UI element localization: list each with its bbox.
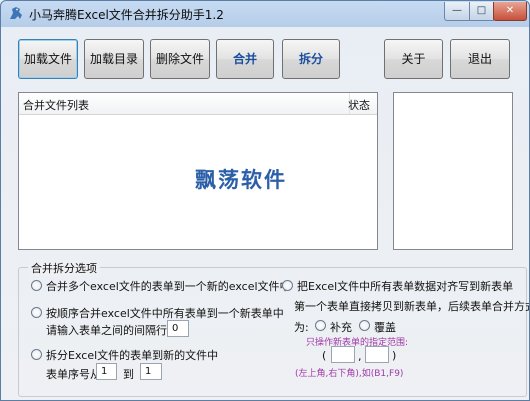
app-window: 小马奔腾Excel文件合并拆分助手1.2 — □ ✕ 加载文件 加载目录 删除文…: [0, 0, 530, 401]
merge-mode-label: 为:: [294, 321, 309, 334]
sheet-seq-to-input[interactable]: 1: [140, 363, 162, 380]
delete-files-button[interactable]: 删除文件: [150, 39, 210, 79]
range-start-input[interactable]: [331, 346, 355, 363]
sheet-seq-from-label: 表单序号从: [46, 368, 101, 381]
radio-align-sheets-label[interactable]: 把Excel文件中所有表单数据对齐写到新表单: [297, 278, 513, 294]
range-end-input[interactable]: [365, 346, 389, 363]
load-files-button[interactable]: 加载文件: [18, 39, 78, 79]
sheet-seq-to-label: 到: [123, 368, 134, 381]
radio-merge-sheets-label[interactable]: 按顺序合并excel文件中所有表单到一个新表单中: [46, 305, 284, 321]
side-panel: [393, 92, 513, 250]
radio-mode-overwrite[interactable]: [359, 320, 370, 331]
close-button[interactable]: ✕: [493, 2, 527, 21]
list-header: 合并文件列表 状态: [19, 93, 377, 115]
radio-split-sheets-label[interactable]: 拆分Excel文件的表单到新的文件中: [46, 347, 218, 363]
interval-rows-label: 请输入表单之间的间隔行数: [46, 324, 178, 337]
column-header-status[interactable]: 状态: [348, 97, 370, 113]
radio-merge-sheets[interactable]: [31, 307, 42, 318]
range-open-paren: (: [322, 349, 327, 362]
range-close-paren: ): [392, 349, 397, 362]
load-directory-button[interactable]: 加载目录: [84, 39, 144, 79]
watermark-text: 飘荡软件: [195, 167, 287, 192]
maximize-button[interactable]: □: [469, 2, 494, 21]
title-bar[interactable]: 小马奔腾Excel文件合并拆分助手1.2 — □ ✕: [1, 1, 529, 27]
range-comma: ,: [358, 350, 362, 363]
align-desc-text: 第一个表单直接拷贝到新表单，后续表单合并方式: [294, 300, 530, 313]
radio-merge-files-label[interactable]: 合并多个excel文件的表单到一个新的excel文件中: [46, 278, 291, 294]
window-title: 小马奔腾Excel文件合并拆分助手1.2: [29, 8, 224, 22]
options-group-title: 合并拆分选项: [28, 260, 100, 276]
radio-align-sheets[interactable]: [282, 280, 293, 291]
minimize-button[interactable]: —: [444, 2, 470, 21]
sheet-seq-from-input[interactable]: 1: [96, 363, 117, 380]
horse-icon: [10, 7, 22, 19]
about-button[interactable]: 关于: [384, 39, 443, 79]
radio-merge-files[interactable]: [31, 280, 42, 291]
merge-file-list[interactable]: 合并文件列表 状态 飘荡软件: [18, 92, 378, 250]
radio-split-sheets[interactable]: [31, 349, 42, 360]
range-tip-text: 只操作新表单的指定范围:: [306, 338, 409, 348]
merge-button[interactable]: 合并: [216, 39, 274, 79]
interval-rows-input[interactable]: 0: [167, 320, 189, 337]
radio-mode-overwrite-label[interactable]: 覆盖: [374, 319, 396, 335]
radio-mode-fill[interactable]: [315, 320, 326, 331]
column-header-files[interactable]: 合并文件列表: [23, 97, 89, 113]
range-example-text: (左上角,右下角),如(B1,F9): [295, 369, 404, 379]
exit-button[interactable]: 退出: [450, 39, 510, 79]
radio-mode-fill-label[interactable]: 补充: [330, 319, 352, 335]
split-button[interactable]: 拆分: [282, 39, 340, 79]
